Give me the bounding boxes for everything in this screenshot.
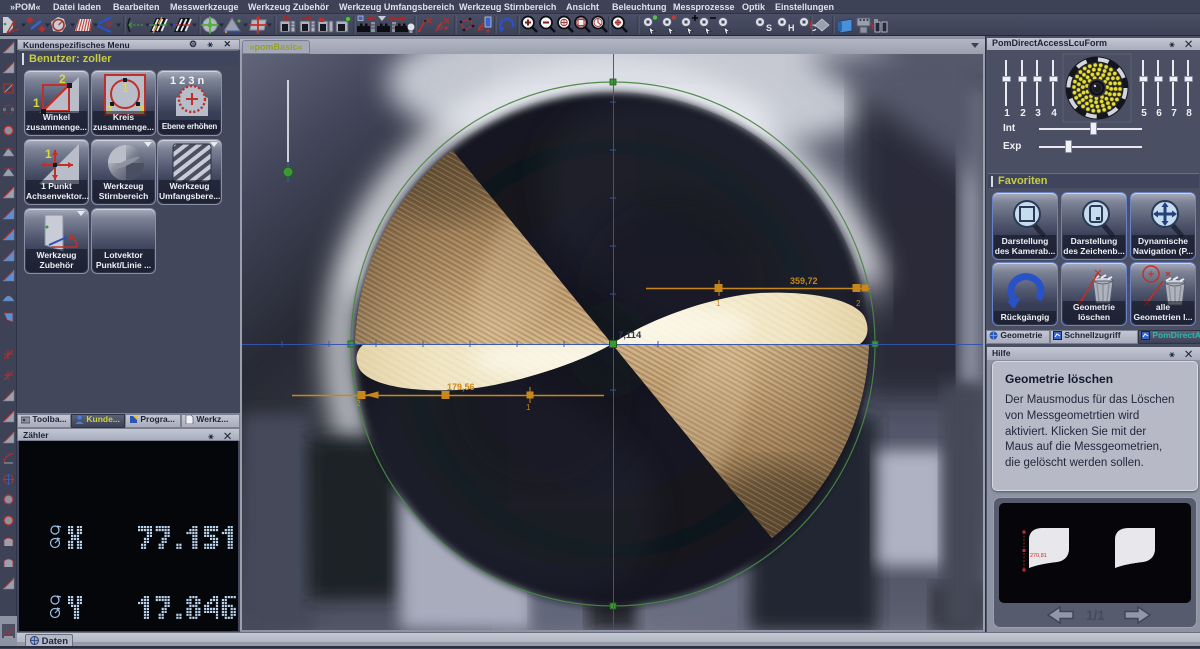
svg-text:1: 1 [45,147,52,161]
svg-text:1: 1 [33,96,40,110]
svg-text:S: S [766,23,772,33]
svg-text:7,114: 7,114 [618,330,642,341]
svg-text:1: 1 [122,81,129,95]
svg-text:359,72: 359,72 [790,276,818,286]
svg-text:2: 2 [356,399,361,408]
svg-text:1: 1 [716,299,721,308]
svg-text:1: 1 [526,403,531,412]
svg-text:H: H [788,23,795,33]
svg-text:179,56: 179,56 [447,382,475,392]
svg-text:2: 2 [856,299,861,308]
svg-text:1/1: 1/1 [1086,608,1105,623]
svg-text:270,81: 270,81 [1030,553,1047,559]
svg-text:2: 2 [59,73,66,86]
svg-text:1 2 3 n: 1 2 3 n [170,75,205,87]
